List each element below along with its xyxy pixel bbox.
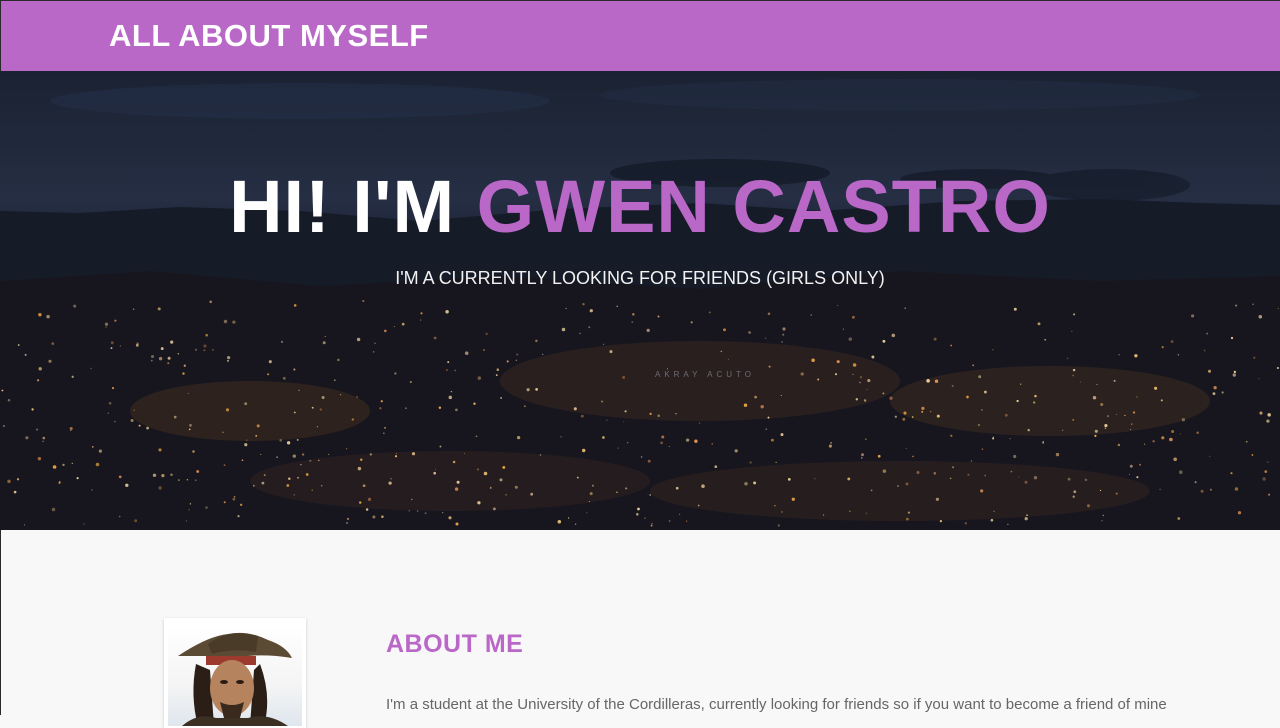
top-navbar: ALL ABOUT MYSELF: [0, 0, 1280, 71]
hero-title: HI! I'M GWEN CASTRO: [0, 167, 1280, 247]
site-brand[interactable]: ALL ABOUT MYSELF: [109, 17, 429, 55]
city-night-background: AKRAY ACUTO: [0, 79, 1280, 530]
hero-greeting: HI! I'M: [229, 165, 477, 248]
avatar-illustration: [178, 632, 292, 726]
about-heading: ABOUT ME: [386, 630, 524, 658]
hero-name: GWEN CASTRO: [476, 165, 1051, 248]
watermark-text: AKRAY ACUTO: [655, 370, 755, 379]
about-paragraph: I'm a student at the University of the C…: [386, 696, 1167, 713]
page-edge: [0, 530, 1, 715]
hero-subtitle: I'M A CURRENTLY LOOKING FOR FRIENDS (GIR…: [395, 268, 885, 288]
profile-photo-card: [164, 618, 306, 728]
hero-banner: AKRAY ACUTO HI! I'M GWEN CASTRO I'M A CU…: [0, 71, 1280, 530]
profile-photo: [168, 626, 302, 726]
